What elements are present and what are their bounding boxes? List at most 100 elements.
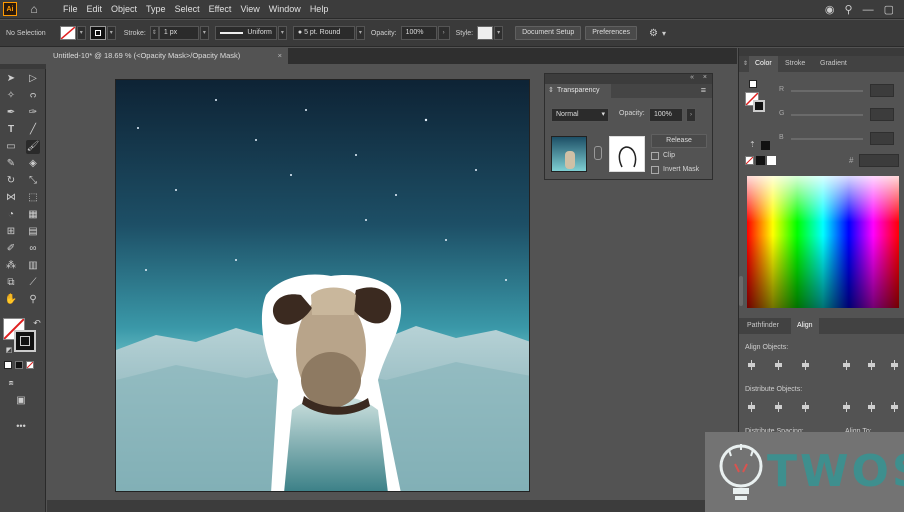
menu-view[interactable]: View bbox=[240, 4, 259, 14]
panel-menu-icon[interactable]: ≡ bbox=[701, 85, 706, 95]
green-slider-row[interactable]: G bbox=[739, 108, 904, 122]
more-options-icon[interactable]: ▾ bbox=[662, 29, 666, 38]
gradient-mode-icon[interactable] bbox=[15, 361, 23, 369]
free-transform-tool-icon[interactable]: ⬚ bbox=[26, 191, 40, 205]
red-value-field[interactable] bbox=[870, 84, 894, 97]
shaper-tool-icon[interactable]: ✎ bbox=[4, 157, 18, 171]
none-mode-icon[interactable] bbox=[26, 361, 34, 369]
stroke-dropdown[interactable]: ▾ bbox=[106, 26, 116, 40]
artboard-tool-icon[interactable]: ⧉ bbox=[4, 276, 18, 290]
stroke-weight-field[interactable]: 1 px bbox=[158, 26, 199, 40]
close-document-icon[interactable]: × bbox=[278, 48, 282, 64]
menu-help[interactable]: Help bbox=[310, 4, 329, 14]
opacity-mask-thumbnail[interactable] bbox=[609, 136, 645, 172]
mesh-tool-icon[interactable]: ⊞ bbox=[4, 225, 18, 239]
scale-tool-icon[interactable]: ⤡ bbox=[26, 174, 40, 188]
distribute-bottom-icon[interactable] bbox=[801, 402, 811, 412]
release-button[interactable]: Release bbox=[651, 134, 707, 148]
minimize-icon[interactable]: — bbox=[863, 4, 874, 16]
home-icon[interactable]: ⌂ bbox=[27, 2, 41, 16]
tab-align[interactable]: Align bbox=[791, 318, 819, 334]
document-tab[interactable]: Untitled-10* @ 18.69 % (<Opacity Mask>/O… bbox=[47, 48, 288, 64]
profile-dropdown[interactable]: ▾ bbox=[277, 26, 287, 40]
rectangle-tool-icon[interactable]: ▭ bbox=[4, 140, 18, 154]
style-swatch[interactable] bbox=[477, 26, 494, 40]
red-slider[interactable] bbox=[791, 90, 863, 92]
menu-edit[interactable]: Edit bbox=[87, 4, 103, 14]
zoom-tool-icon[interactable]: ⚲ bbox=[26, 293, 40, 307]
color-panel-expand-icon[interactable]: ⇕ bbox=[743, 60, 748, 67]
variable-width-profile[interactable]: Uniform bbox=[214, 26, 277, 40]
menu-effect[interactable]: Effect bbox=[209, 4, 232, 14]
drawing-modes-icon[interactable]: ⧈ bbox=[4, 376, 18, 390]
arrange-documents-icon[interactable]: ⚙ bbox=[649, 28, 658, 39]
clip-checkbox[interactable] bbox=[651, 152, 659, 160]
menu-file[interactable]: File bbox=[63, 4, 78, 14]
width-tool-icon[interactable]: ⋈ bbox=[4, 191, 18, 205]
white-swatch[interactable] bbox=[767, 156, 776, 165]
blend-tool-icon[interactable]: ∞ bbox=[26, 242, 40, 256]
edit-toolbar-icon[interactable]: ••• bbox=[14, 419, 28, 433]
eraser-tool-icon[interactable]: ◈ bbox=[26, 157, 40, 171]
horizontal-align-right-icon[interactable] bbox=[801, 360, 811, 370]
brush-definition[interactable]: ● 5 pt. Round bbox=[292, 26, 355, 40]
shape-builder-tool-icon[interactable]: ◔ bbox=[4, 208, 18, 222]
tab-gradient[interactable]: Gradient bbox=[814, 56, 853, 72]
blue-value-field[interactable] bbox=[870, 132, 894, 145]
black-swatch-2[interactable] bbox=[756, 156, 765, 165]
vertical-align-center-icon[interactable] bbox=[867, 360, 877, 370]
pen-tool-icon[interactable]: ✒ bbox=[4, 106, 18, 120]
color-spectrum[interactable] bbox=[747, 176, 899, 308]
dock-scrollbar[interactable] bbox=[739, 276, 743, 306]
menu-window[interactable]: Window bbox=[269, 4, 301, 14]
vertical-align-bottom-icon[interactable] bbox=[890, 360, 900, 370]
black-swatch[interactable] bbox=[761, 141, 770, 150]
distribute-right-icon[interactable] bbox=[890, 402, 900, 412]
hex-value-field[interactable] bbox=[859, 154, 899, 167]
column-graph-tool-icon[interactable]: ▥ bbox=[26, 259, 40, 273]
line-tool-icon[interactable]: ╱ bbox=[26, 123, 40, 137]
gradient-tool-icon[interactable]: ▤ bbox=[26, 225, 40, 239]
screen-mode-icon[interactable]: ▣ bbox=[14, 394, 28, 408]
style-dropdown[interactable]: ▾ bbox=[494, 26, 504, 40]
distribute-left-icon[interactable] bbox=[842, 402, 852, 412]
menu-select[interactable]: Select bbox=[175, 4, 200, 14]
menu-type[interactable]: Type bbox=[146, 4, 166, 14]
opacity-slider-arrow[interactable]: › bbox=[686, 108, 696, 122]
eyedropper-tool-icon[interactable]: ✐ bbox=[4, 242, 18, 256]
direct-selection-tool-icon[interactable]: ▷ bbox=[26, 72, 40, 86]
curvature-tool-icon[interactable]: ✑ bbox=[26, 106, 40, 120]
search-icon[interactable]: ⚲ bbox=[845, 3, 853, 16]
opacity-arrow[interactable]: › bbox=[437, 26, 450, 40]
artboard[interactable] bbox=[115, 79, 530, 492]
horizontal-align-center-icon[interactable] bbox=[774, 360, 784, 370]
blend-mode-select[interactable]: Normal ▾ bbox=[551, 108, 609, 122]
object-thumbnail[interactable] bbox=[551, 136, 587, 172]
paintbrush-tool-icon[interactable]: 🖌 bbox=[26, 140, 40, 154]
swap-fill-stroke-icon[interactable]: ↶ bbox=[30, 316, 44, 330]
out-of-gamut-icon[interactable]: ⇡ bbox=[749, 140, 756, 149]
distribute-top-icon[interactable] bbox=[747, 402, 757, 412]
symbol-sprayer-tool-icon[interactable]: ⁂ bbox=[4, 259, 18, 273]
tab-color[interactable]: Color bbox=[749, 56, 778, 72]
vertical-align-top-icon[interactable] bbox=[842, 360, 852, 370]
account-icon[interactable]: ◉ bbox=[825, 3, 835, 16]
tab-pathfinder[interactable]: Pathfinder bbox=[741, 318, 785, 334]
stroke-color-swatch[interactable] bbox=[14, 330, 36, 352]
color-mode-icon[interactable] bbox=[4, 361, 12, 369]
distribute-center-icon[interactable] bbox=[774, 402, 784, 412]
document-setup-button[interactable]: Document Setup bbox=[515, 26, 582, 40]
tab-transparency[interactable]: Transparency bbox=[545, 84, 611, 98]
hand-tool-icon[interactable]: ✋ bbox=[4, 293, 18, 307]
green-value-field[interactable] bbox=[870, 108, 894, 121]
green-slider[interactable] bbox=[791, 114, 863, 116]
brush-dropdown[interactable]: ▾ bbox=[355, 26, 365, 40]
fill-dropdown[interactable]: ▾ bbox=[76, 26, 86, 40]
link-mask-icon[interactable] bbox=[594, 146, 602, 160]
panel-expand-icon[interactable]: ⇕ bbox=[548, 86, 554, 94]
transparency-opacity-field[interactable]: 100% bbox=[649, 108, 683, 122]
blue-slider[interactable] bbox=[791, 138, 863, 140]
lasso-tool-icon[interactable]: ᴒ bbox=[26, 89, 40, 103]
slice-tool-icon[interactable]: ⟋ bbox=[26, 276, 40, 290]
stroke-stepper[interactable]: ⇕ bbox=[149, 26, 159, 40]
